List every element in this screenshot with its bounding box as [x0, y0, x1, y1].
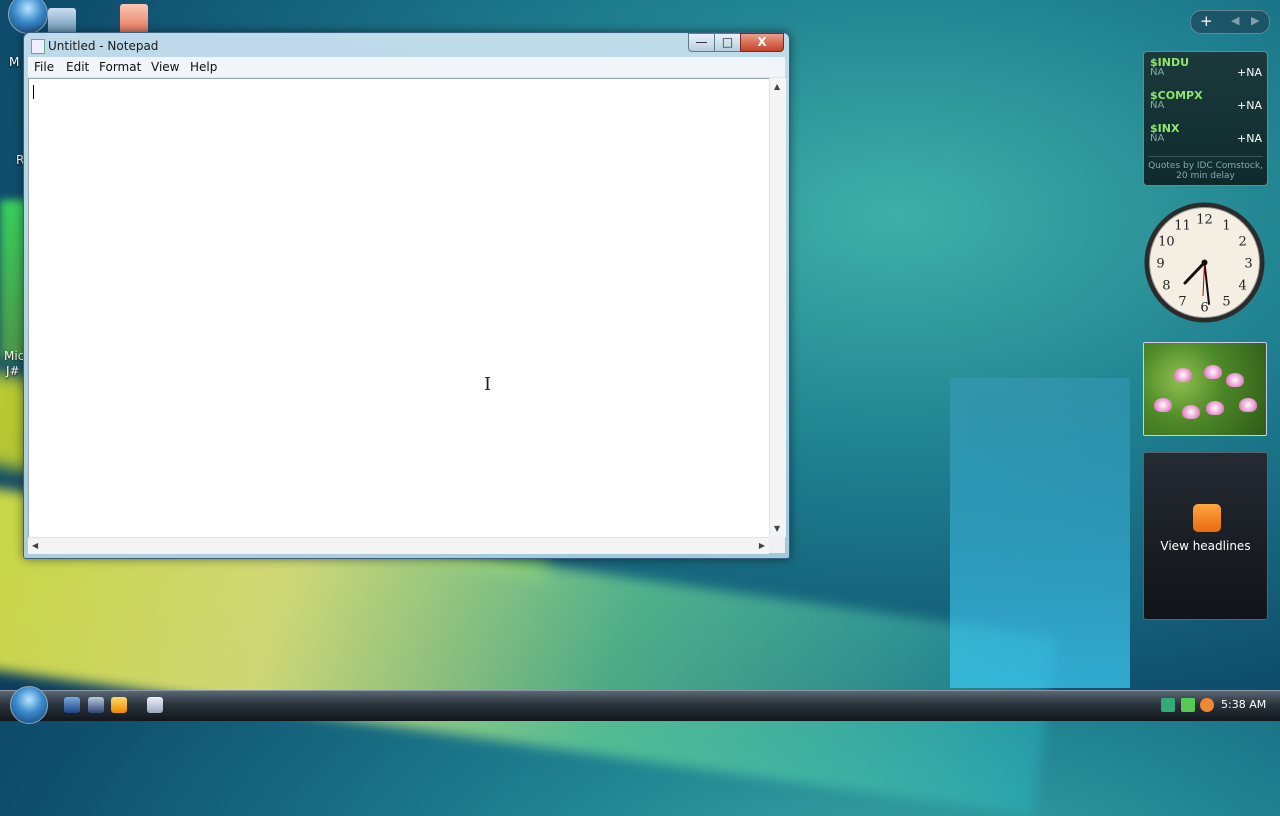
previous-gadget-icon[interactable]: ◀ — [1231, 14, 1239, 27]
maximize-button[interactable]: □ — [714, 33, 741, 52]
notepad-taskbar-button[interactable] — [147, 697, 163, 713]
scroll-left-icon[interactable]: ◀ — [32, 541, 38, 550]
notepad-icon — [31, 39, 45, 54]
horizontal-scrollbar[interactable]: ◀ ▶ — [28, 537, 769, 554]
stock-change: +NA — [1237, 132, 1262, 145]
windows-orb-icon[interactable] — [8, 0, 48, 34]
clock-numeral: 8 — [1162, 279, 1170, 294]
network-icon[interactable] — [1161, 698, 1175, 712]
slideshow-gadget[interactable] — [1143, 342, 1267, 436]
water-lily — [1182, 405, 1200, 419]
feed-headlines-gadget[interactable]: View headlines — [1143, 452, 1268, 620]
minimize-button[interactable]: — — [688, 33, 715, 52]
add-gadget-icon[interactable]: + — [1200, 12, 1213, 30]
clock-center — [1201, 259, 1208, 266]
scroll-up-icon[interactable]: ▲ — [774, 82, 780, 91]
rss-icon — [1193, 504, 1221, 532]
water-lily — [1239, 398, 1257, 412]
title-bar[interactable]: Untitled - Notepad — □ X — [24, 33, 789, 59]
clock-numeral: 7 — [1178, 295, 1186, 310]
scroll-down-icon[interactable]: ▼ — [774, 524, 780, 533]
water-lily — [1154, 398, 1172, 412]
water-lily — [1226, 373, 1244, 387]
next-gadget-icon[interactable]: ▶ — [1251, 14, 1259, 27]
security-icon[interactable] — [1181, 698, 1195, 712]
search-icon[interactable] — [1200, 698, 1214, 712]
menu-file[interactable]: File — [34, 60, 54, 74]
maximize-icon: □ — [721, 35, 734, 49]
clock-numeral: 3 — [1244, 257, 1252, 272]
taskbar — [0, 690, 1280, 721]
text-editor[interactable] — [28, 78, 770, 539]
vertical-scrollbar[interactable]: ▲ ▼ — [769, 78, 786, 537]
clock-numeral: 9 — [1156, 257, 1164, 272]
stock-value: NA — [1150, 100, 1165, 111]
desktop-icon-label[interactable]: Mic — [4, 349, 24, 363]
menu-view[interactable]: View — [151, 60, 179, 74]
stock-value: NA — [1150, 133, 1165, 144]
stock-change: +NA — [1237, 66, 1262, 79]
menu-help[interactable]: Help — [190, 60, 217, 74]
folder-icon[interactable] — [120, 4, 148, 34]
view-headlines-link[interactable]: View headlines — [1144, 539, 1267, 553]
minimize-icon: — — [695, 35, 708, 49]
clock-numeral: 1 — [1222, 218, 1230, 233]
stock-change: +NA — [1237, 99, 1262, 112]
stock-row[interactable]: $INDU NA +NA — [1150, 56, 1262, 84]
menu-edit[interactable]: Edit — [66, 60, 89, 74]
mouse-cursor-icon: I — [484, 374, 492, 395]
close-icon: X — [757, 35, 767, 49]
show-desktop-icon[interactable] — [88, 697, 104, 713]
desktop-icon-label[interactable]: M — [9, 55, 19, 69]
text-caret — [33, 85, 34, 99]
start-button[interactable] — [10, 686, 48, 724]
water-lily — [1204, 365, 1222, 379]
window-title: Untitled - Notepad — [48, 39, 159, 53]
stocks-attribution: Quotes by IDC Comstock, 20 min delay — [1148, 156, 1263, 181]
scroll-right-icon[interactable]: ▶ — [759, 541, 765, 550]
stock-value: NA — [1150, 67, 1165, 78]
notepad-window[interactable]: Untitled - Notepad — □ X File Edit Forma… — [23, 32, 790, 559]
stocks-gadget[interactable]: $INDU NA +NA $COMPX NA +NA $INX NA +NA Q… — [1143, 51, 1268, 186]
close-button[interactable]: X — [740, 33, 784, 52]
water-lily — [1206, 401, 1224, 415]
clock-numeral: 6 — [1200, 301, 1208, 316]
clock-numeral: 11 — [1174, 218, 1191, 233]
desktop-icon-label[interactable]: J# — [6, 364, 20, 378]
clock-numeral: 10 — [1158, 235, 1175, 250]
clock-numeral: 5 — [1222, 295, 1230, 310]
clock-numeral: 2 — [1238, 235, 1246, 250]
clock-gadget[interactable]: 12 12 3 45678 9 10 11 — [1143, 201, 1266, 324]
stock-row[interactable]: $COMPX NA +NA — [1150, 89, 1262, 117]
clock-numeral: 4 — [1238, 279, 1246, 294]
clock-numeral: 12 — [1196, 213, 1213, 228]
size-grip[interactable] — [769, 537, 785, 553]
sidebar-controls: + ◀ ▶ — [1190, 10, 1270, 34]
internet-explorer-icon[interactable] — [64, 697, 80, 713]
desktop-background-glow — [950, 378, 1130, 688]
menu-format[interactable]: Format — [99, 60, 141, 74]
stock-row[interactable]: $INX NA +NA — [1150, 122, 1262, 150]
media-player-icon[interactable] — [111, 697, 127, 713]
water-lily — [1174, 368, 1192, 382]
taskbar-clock[interactable]: 5:38 AM — [1221, 698, 1266, 711]
menu-bar: File Edit Format View Help — [28, 57, 785, 78]
